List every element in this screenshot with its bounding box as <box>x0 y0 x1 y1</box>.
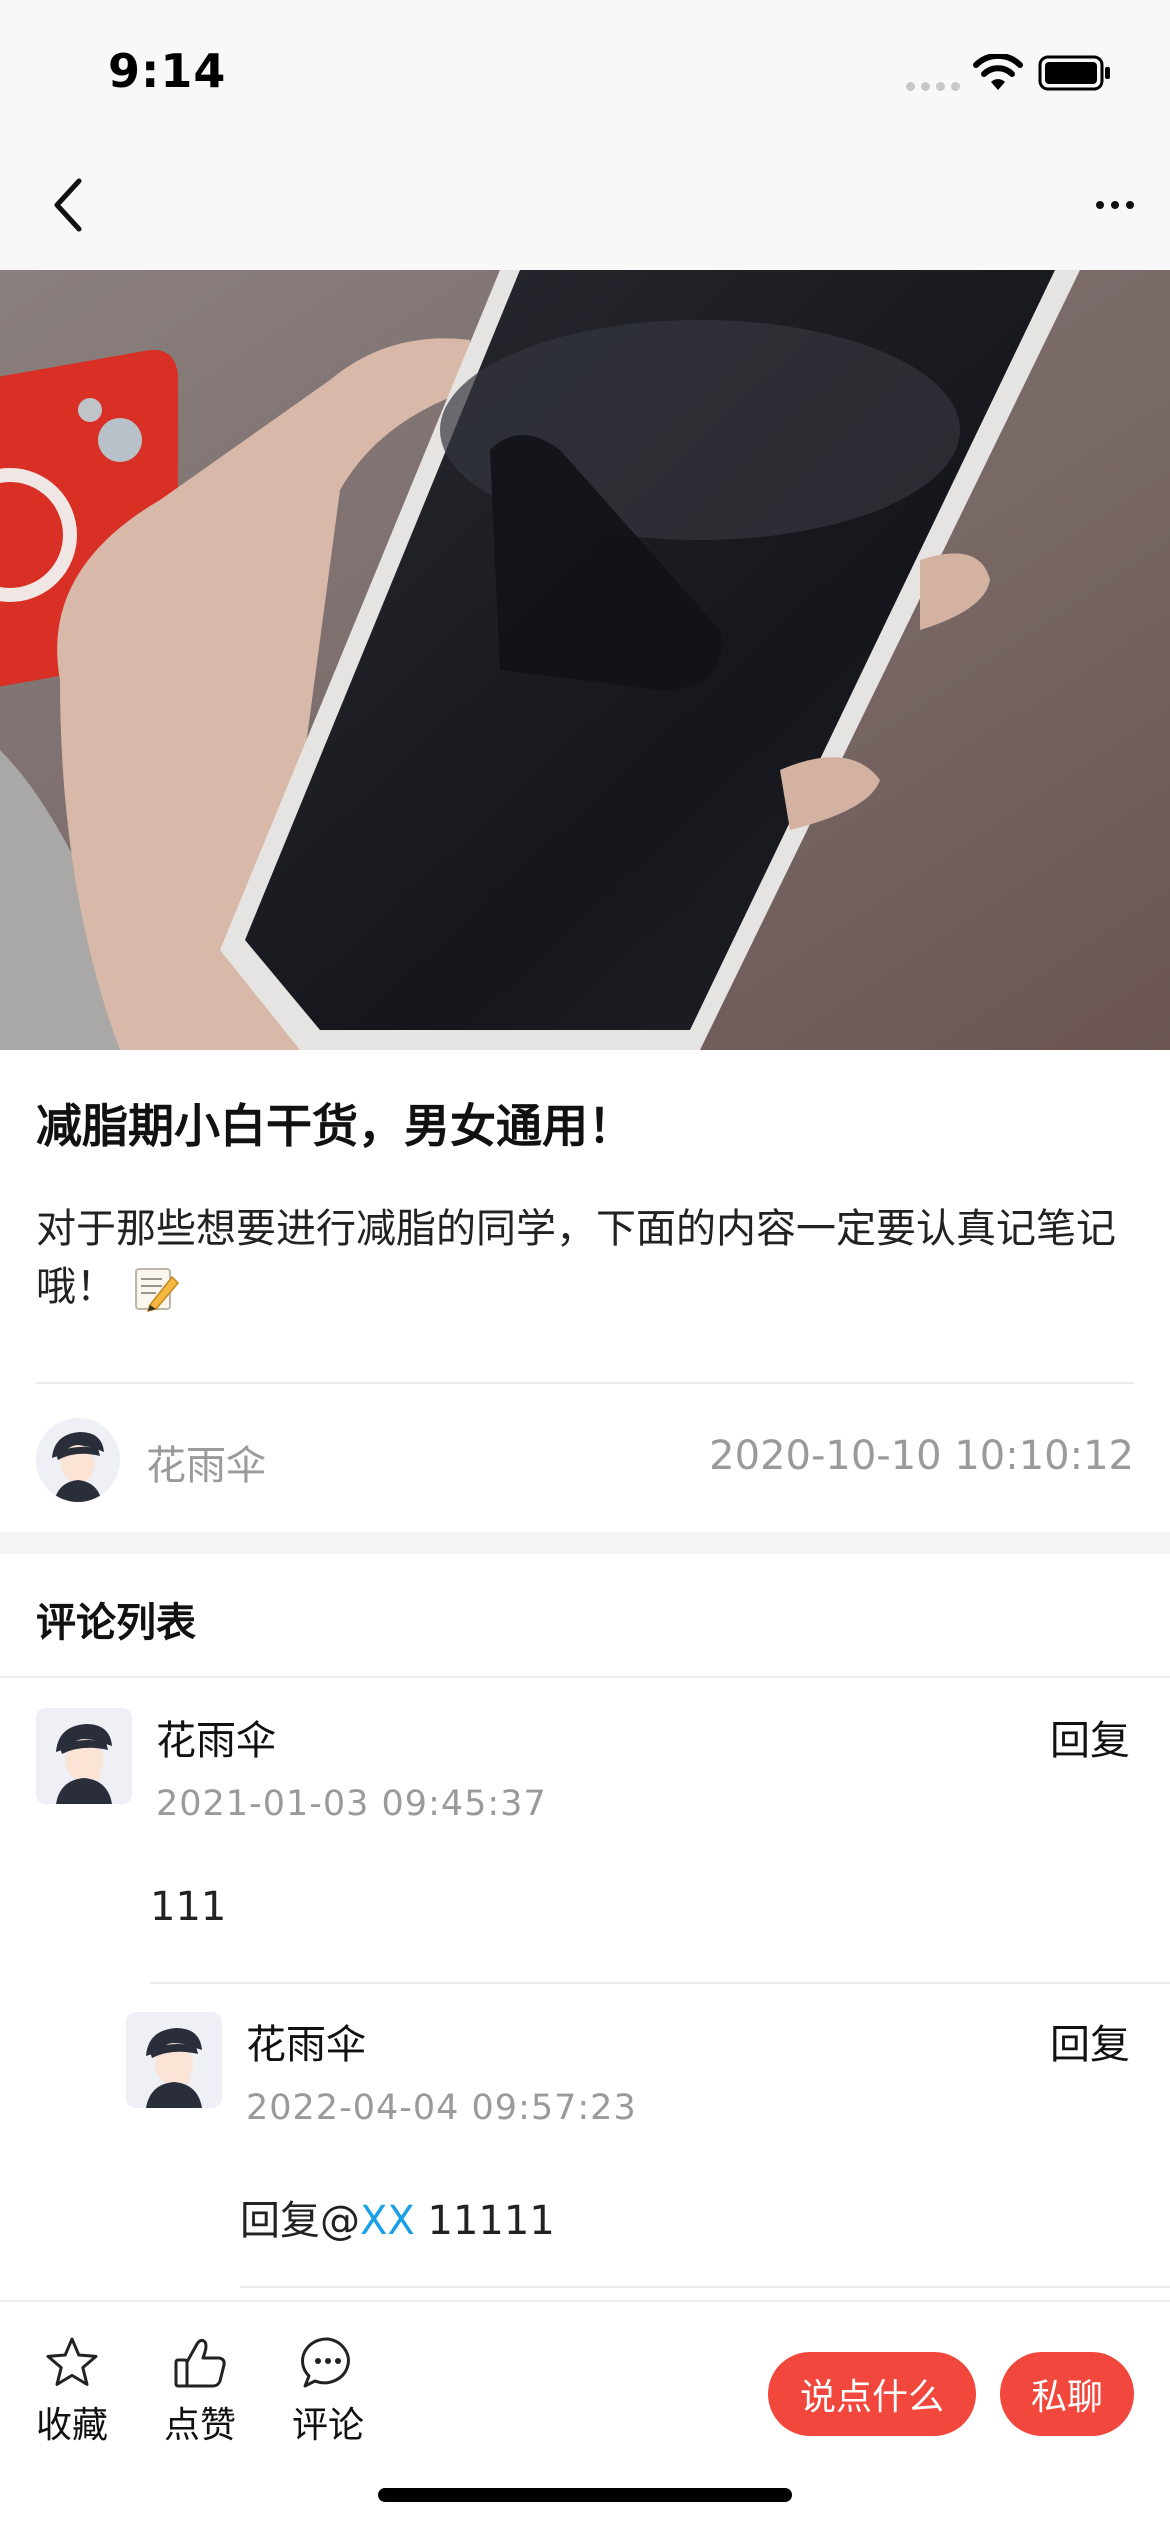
private-chat-button[interactable]: 私聊 <box>1000 2352 1134 2436</box>
comment-time: 2021-01-03 09:45:37 <box>156 1784 547 1824</box>
comment-reply-button[interactable]: 回复 <box>1050 1708 1130 1766</box>
section-separator <box>0 1532 1170 1554</box>
reply-time: 2022-04-04 09:57:23 <box>246 2088 637 2128</box>
chevron-left-icon <box>54 178 82 232</box>
post-body: 对于那些想要进行减脂的同学，下面的内容一定要认真记笔记哦！ <box>36 1200 1136 1316</box>
reply-body: 11111 <box>427 2198 555 2244</box>
comment-button[interactable]: 评论 <box>278 2334 378 2448</box>
reply-avatar[interactable] <box>126 2012 222 2108</box>
post-body-text: 对于那些想要进行减脂的同学，下面的内容一定要认真记笔记哦！ <box>36 1206 1116 1310</box>
divider <box>240 2286 1170 2288</box>
reply-author-name[interactable]: 花雨伞 <box>246 2012 366 2070</box>
like-button[interactable]: 点赞 <box>150 2334 250 2448</box>
comment-label: 评论 <box>291 2405 364 2446</box>
say-something-button[interactable]: 说点什么 <box>768 2352 976 2436</box>
chat-bubble-icon <box>301 2337 350 2388</box>
more-dots-icon <box>1096 201 1134 209</box>
star-icon <box>46 2337 98 2386</box>
like-label: 点赞 <box>163 2405 236 2446</box>
author-avatar[interactable] <box>36 1418 120 1502</box>
battery-icon <box>1038 55 1110 91</box>
back-button[interactable] <box>38 170 98 240</box>
more-options-button[interactable] <box>1080 170 1150 240</box>
avatar-illustration <box>126 2012 222 2108</box>
comment-avatar[interactable] <box>36 1708 132 1804</box>
divider <box>36 1382 1134 1384</box>
reply-reply-button[interactable]: 回复 <box>1050 2012 1130 2070</box>
reply-text: 回复@XX 11111 <box>240 2188 555 2246</box>
favorite-label: 收藏 <box>35 2405 108 2446</box>
post-time: 2020-10-10 10:10:12 <box>709 1433 1134 1479</box>
comment-author-name[interactable]: 花雨伞 <box>156 1708 276 1766</box>
comment-text: 111 <box>150 1884 227 1930</box>
divider <box>0 1676 1170 1678</box>
avatar-illustration <box>36 1418 120 1502</box>
status-bar: 9:14 <box>0 0 1170 140</box>
thumbs-up-icon <box>174 2338 226 2388</box>
comments-heading: 评论列表 <box>36 1600 196 1646</box>
nav-bar <box>0 140 1170 270</box>
reply-mention[interactable]: XX <box>360 2198 415 2244</box>
avatar-illustration <box>36 1708 132 1804</box>
favorite-button[interactable]: 收藏 <box>22 2334 122 2448</box>
divider <box>150 1982 1170 1984</box>
reply-prefix: 回复@ <box>240 2198 360 2244</box>
home-indicator[interactable] <box>378 2488 792 2502</box>
status-time: 9:14 <box>108 44 227 98</box>
memo-icon <box>135 1268 180 1313</box>
post-title: 减脂期小白干货，男女通用！ <box>36 1099 634 1153</box>
wifi-icon <box>973 54 1023 90</box>
cellular-signal-icon <box>906 82 960 91</box>
post-image[interactable] <box>0 270 1170 1050</box>
phone-photo-illustration <box>0 270 1170 1050</box>
author-name[interactable]: 花雨伞 <box>146 1433 266 1491</box>
